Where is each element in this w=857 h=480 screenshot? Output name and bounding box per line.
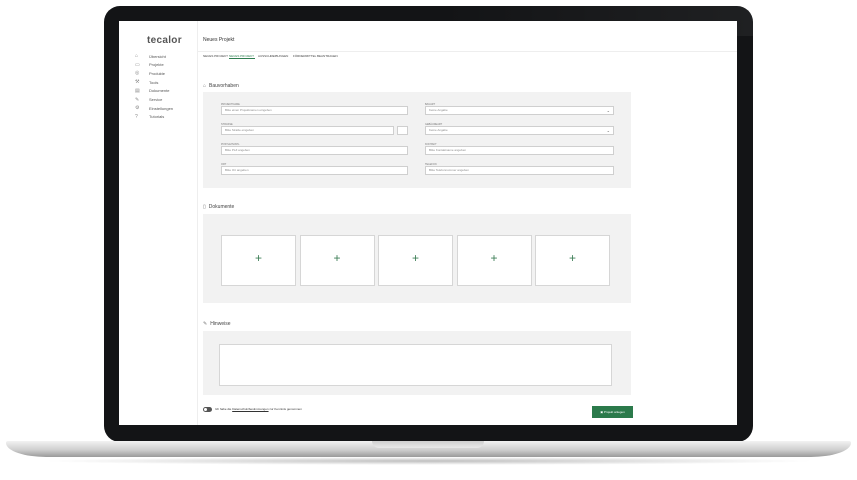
laptop-base-notch xyxy=(372,441,484,448)
section-hinweise-title: ✎ Hinweise xyxy=(203,321,231,327)
plz-input[interactable]: Bitte PLZ angeben xyxy=(221,146,408,155)
bauart-value: Keine Angabe xyxy=(429,108,448,112)
sidebar-item-produkte[interactable]: ◎ Produkte xyxy=(135,69,165,77)
tab-foerdermittel[interactable]: FÖRDERMITTEL BEANTRAGEN xyxy=(293,54,338,58)
service-icon: ✎ xyxy=(135,96,140,103)
sidebar-item-label: Übersicht xyxy=(149,53,166,59)
create-project-button[interactable]: ▣ Projekt anlegen xyxy=(592,406,633,418)
telefon-input[interactable]: Bitte Telefonnummer angeben xyxy=(425,166,614,175)
documents-icon: ▤ xyxy=(135,87,140,94)
plus-icon: + xyxy=(254,251,262,265)
brand-logo: tecalor xyxy=(147,35,182,46)
house-icon: ⌂ xyxy=(203,83,207,89)
sidebar-item-label: Tutorials xyxy=(149,114,165,120)
document-upload-slot[interactable]: + xyxy=(378,235,453,286)
main-content: Neues Projekt NEUES PROJEKT NEUES PROJEK… xyxy=(197,21,737,425)
document-icon: ▯ xyxy=(203,204,206,210)
kontakt-input[interactable]: Bitte Kontaktname angeben xyxy=(425,146,614,155)
laptop-shadow xyxy=(40,457,817,465)
sidebar-item-label: Tools xyxy=(149,79,159,85)
section-hinweise-label: Hinweise xyxy=(210,321,231,327)
plus-icon: + xyxy=(411,251,419,265)
tabs-divider xyxy=(197,51,737,52)
consent-prefix: Ich habe die xyxy=(215,407,233,411)
sidebar-item-label: Dokumente xyxy=(149,88,170,94)
create-project-label: Projekt anlegen xyxy=(603,410,625,414)
help-icon: ? xyxy=(135,113,138,120)
plus-icon: + xyxy=(568,251,576,265)
toggle-knob xyxy=(204,408,207,411)
page-title: Neues Projekt xyxy=(203,37,235,43)
dokumente-panel: + + + + + xyxy=(203,214,631,303)
sidebar-item-label: Einstellungen xyxy=(149,105,174,111)
tools-icon: ⚒ xyxy=(135,79,140,86)
consent-text: Ich habe die Datenschutzbestimmungen zur… xyxy=(215,407,302,411)
chevron-down-icon: ⌄ xyxy=(606,108,610,113)
section-bauvorhaben-title: ⌂ Bauvorhaben xyxy=(203,83,239,89)
sidebar-item--bersicht[interactable]: ⌂ Übersicht xyxy=(135,52,166,60)
document-upload-slot[interactable]: + xyxy=(456,235,532,286)
home-icon: ⌂ xyxy=(135,53,139,59)
sidebar-item-label: Projekte xyxy=(149,62,164,68)
bauvorhaben-panel: PROJEKTNAME Bitte einen Projektnamen ein… xyxy=(203,92,631,188)
folder-icon: ▭ xyxy=(135,61,140,68)
sidebar: tecalor ⌂ Übersicht ▭ Projekte ◎ Produkte ⚒ Too… xyxy=(119,21,198,425)
section-dokumente-label: Dokumente xyxy=(208,204,235,210)
sidebar-item-tools[interactable]: ⚒ Tools xyxy=(135,78,158,86)
sidebar-item-label: Service xyxy=(149,97,163,102)
settings-icon: ⚙ xyxy=(135,105,140,112)
privacy-link[interactable]: Datenschutzbestimmungen xyxy=(232,407,268,411)
active-tab-indicator xyxy=(229,58,255,59)
sidebar-item-einstellungen[interactable]: ⚙ Einstellungen xyxy=(135,104,173,112)
document-upload-slot[interactable]: + xyxy=(221,235,296,286)
pencil-icon: ✎ xyxy=(203,321,208,327)
sidebar-item-dokumente[interactable]: ▤ Dokumente xyxy=(135,87,169,95)
strasse-input[interactable]: Bitte Straße eingeben xyxy=(221,126,394,135)
document-upload-slot[interactable]: + xyxy=(299,235,375,286)
gebaeudeart-value: Keine Angabe xyxy=(429,128,448,132)
sidebar-item-projekte[interactable]: ▭ Projekte xyxy=(135,61,164,69)
consent-suffix: zur Kenntnis genommen xyxy=(268,407,302,411)
plus-icon: + xyxy=(333,251,341,265)
hinweise-textarea[interactable] xyxy=(219,344,612,386)
bauart-select[interactable]: Keine Angabe ⌄ xyxy=(425,106,614,115)
products-icon: ◎ xyxy=(135,70,140,77)
sidebar-item-service[interactable]: ✎ Service xyxy=(135,96,162,104)
section-dokumente-title: ▯ Dokumente xyxy=(203,204,234,210)
app-screen: tecalor ⌂ Übersicht ▭ Projekte ◎ Produkte ⚒ Too… xyxy=(119,21,737,425)
section-bauvorhaben-label: Bauvorhaben xyxy=(209,83,239,89)
tab-ausschreibungen[interactable]: AUSSCHREIBUNGEN xyxy=(258,54,288,58)
projektname-input[interactable]: Bitte einen Projektnamen eingeben xyxy=(221,106,408,115)
document-upload-slot[interactable]: + xyxy=(535,235,610,286)
plus-icon: + xyxy=(490,251,498,265)
gebaeudeart-select[interactable]: Keine Angabe ⌄ xyxy=(425,126,614,135)
chevron-down-icon: ⌄ xyxy=(606,128,610,133)
sidebar-item-tutorials[interactable]: ? Tutorials xyxy=(135,113,164,121)
sidebar-item-label: Produkte xyxy=(149,70,166,76)
hausnummer-input[interactable] xyxy=(397,126,408,135)
tab-neues-projekt[interactable]: NEUES PROJEKT xyxy=(203,54,228,58)
ort-input[interactable]: Bitte Ort angeben xyxy=(221,166,408,175)
